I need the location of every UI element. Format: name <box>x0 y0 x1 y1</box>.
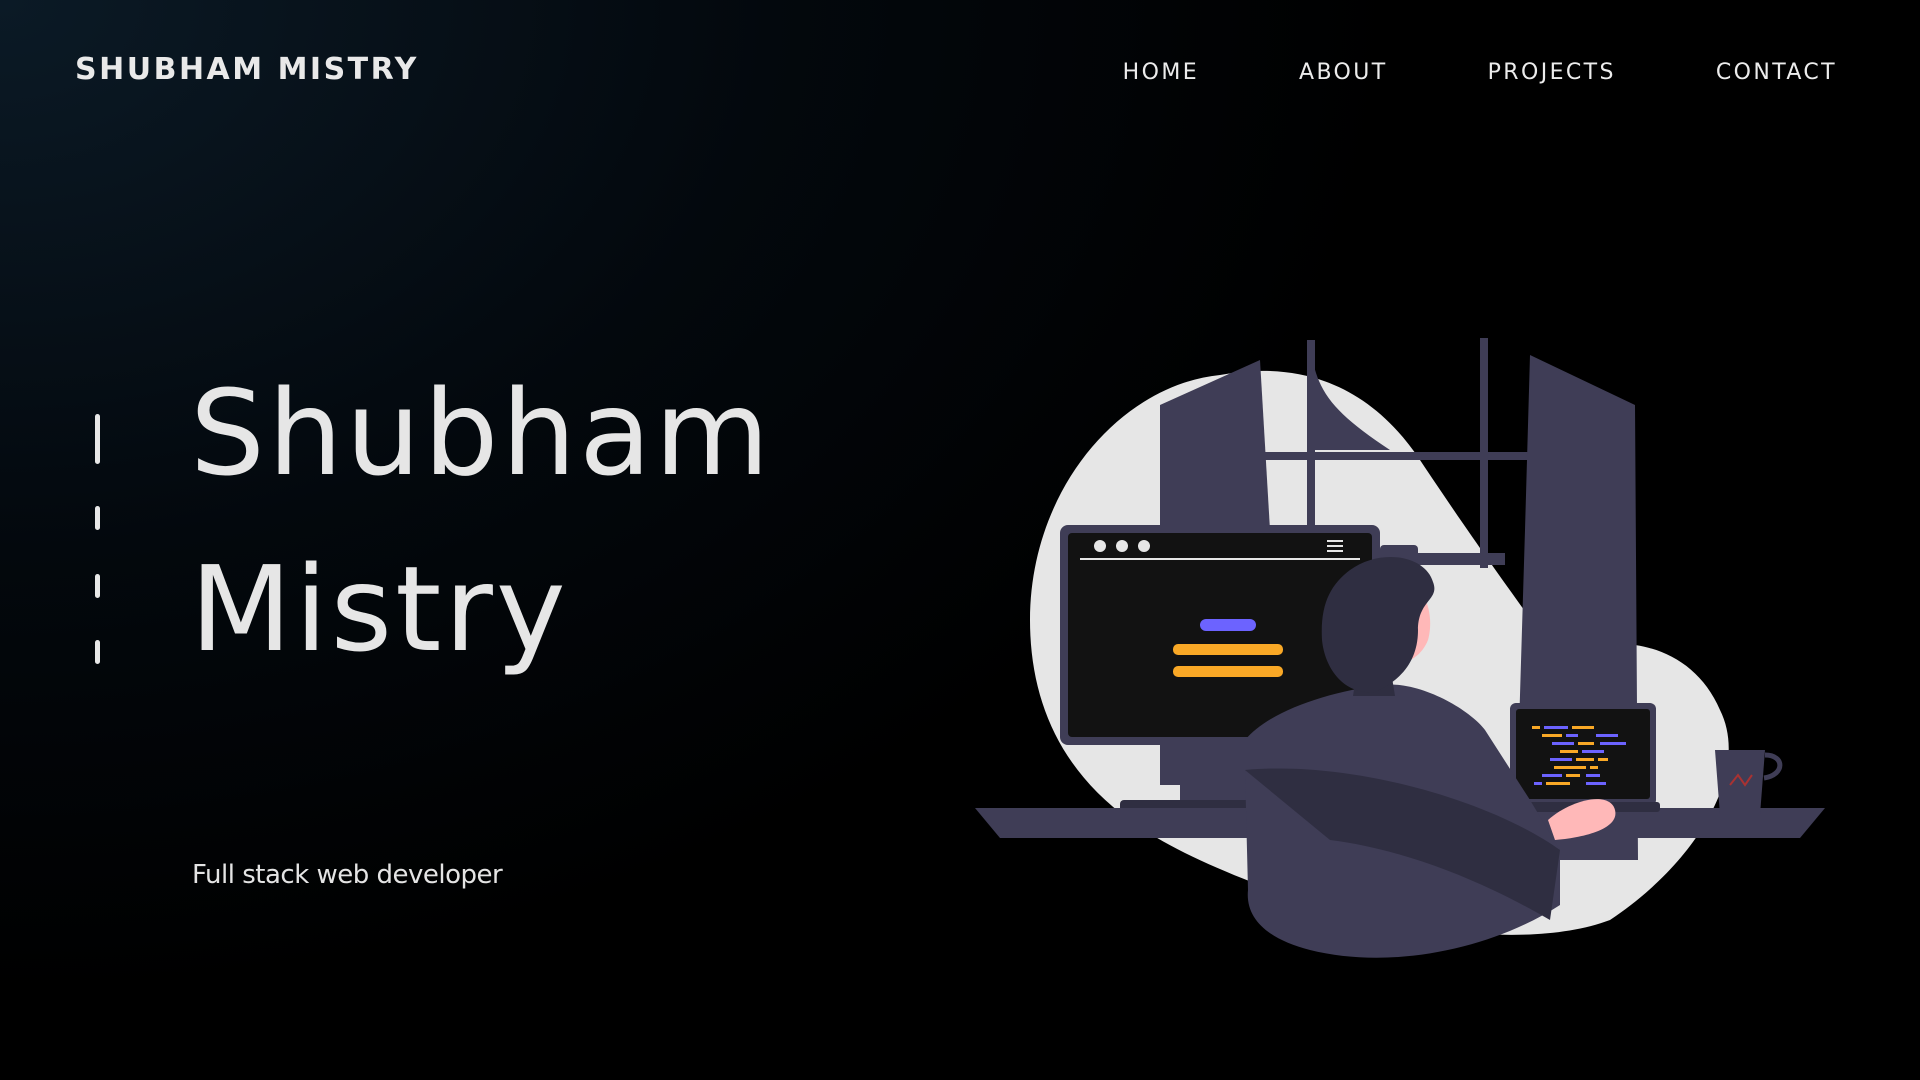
menu-line-1 <box>1327 540 1343 542</box>
developer-at-desk-illustration <box>975 338 1825 958</box>
mug-handle <box>1763 752 1783 781</box>
decorative-dashed-line <box>95 414 101 664</box>
site-logo[interactable]: SHUBHAM MISTRY <box>75 52 419 87</box>
menu-line-3 <box>1327 550 1343 552</box>
hero-tagline: Full stack web developer <box>192 860 503 890</box>
mug <box>1715 750 1765 815</box>
main-nav: HOME ABOUT PROJECTS CONTACT <box>1123 60 1837 85</box>
nav-contact[interactable]: CONTACT <box>1716 60 1837 85</box>
screen-dot-3 <box>1138 540 1150 552</box>
hero-last-name: Mistry <box>190 540 569 678</box>
screen-dot-1 <box>1094 540 1106 552</box>
window-horizontal-bar <box>1260 452 1530 460</box>
screen-purple-bar <box>1200 619 1256 631</box>
nav-projects[interactable]: PROJECTS <box>1488 60 1616 85</box>
nav-about[interactable]: ABOUT <box>1299 60 1388 85</box>
nav-home[interactable]: HOME <box>1123 60 1199 85</box>
screen-dot-2 <box>1116 540 1128 552</box>
screen-divider <box>1080 558 1360 560</box>
screen-orange-bar-2 <box>1173 666 1283 677</box>
laptop-screen <box>1516 709 1650 799</box>
menu-line-2 <box>1327 545 1343 547</box>
hero-first-name: Shubham <box>190 364 773 502</box>
screen-orange-bar-1 <box>1173 644 1283 655</box>
hero-title: Shubham Mistry <box>190 345 772 697</box>
